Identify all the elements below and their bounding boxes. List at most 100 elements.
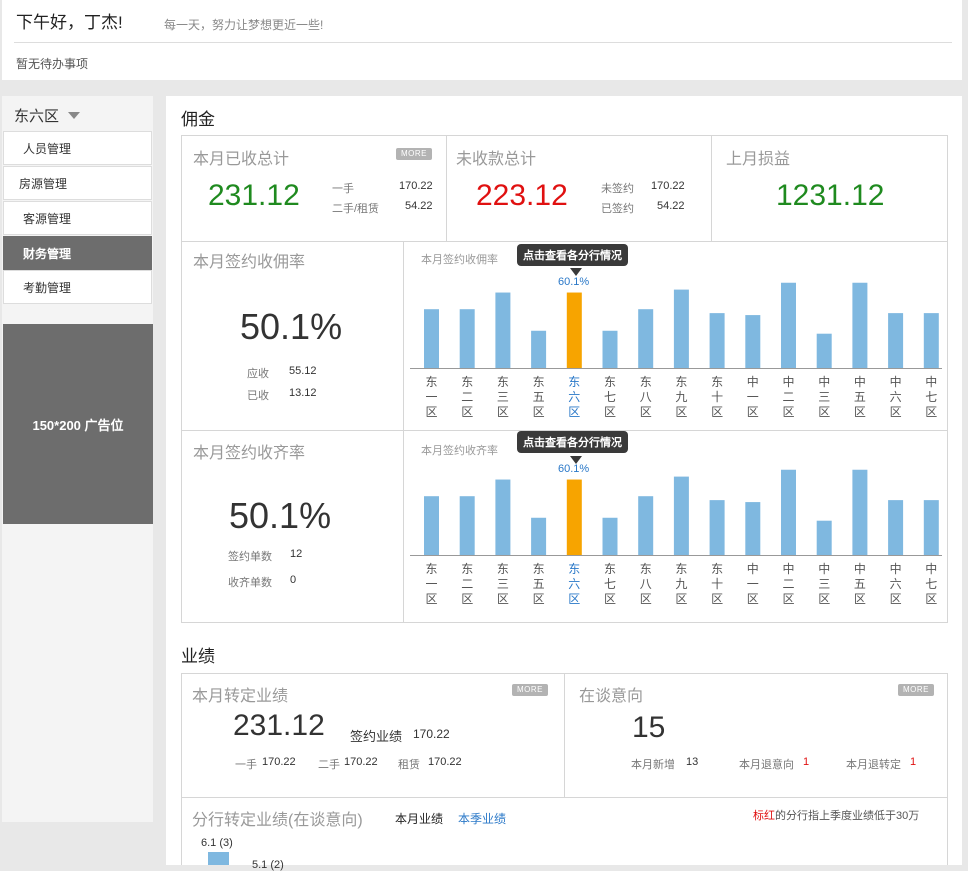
chart-bar[interactable]	[566, 292, 582, 368]
completion-row-value: 0	[290, 574, 297, 586]
chart-bar[interactable]	[816, 333, 832, 368]
unreceived-total-title: 未收款总计	[456, 151, 537, 168]
ad-placeholder[interactable]: 150*200 广告位	[3, 324, 153, 524]
chevron-down-icon[interactable]	[68, 112, 80, 119]
chart-bar[interactable]	[602, 330, 618, 368]
chart-bar[interactable]	[673, 476, 689, 555]
chart-bar[interactable]	[923, 500, 939, 555]
received-row-value: 170.22	[399, 180, 433, 192]
last-month-value: 1231.12	[776, 179, 885, 212]
chart-bar[interactable]	[424, 309, 439, 368]
more-button[interactable]: MORE	[898, 684, 934, 696]
x-tick-label: 区	[782, 592, 794, 606]
section-title-performance: 业绩	[181, 647, 215, 666]
commission-rate-value: 50.1%	[240, 306, 343, 347]
x-tick-label: 区	[425, 592, 437, 606]
x-tick-label: 二	[461, 390, 473, 404]
unreceived-row-value: 54.22	[657, 200, 685, 212]
chart-bar[interactable]	[781, 469, 796, 555]
x-tick-label: 五	[854, 390, 866, 404]
x-tick-label: 区	[782, 405, 794, 419]
x-tick-label: 东	[497, 562, 509, 576]
branch-performance-title: 分行转定业绩(在谈意向)	[192, 812, 363, 829]
motto-text: 每一天，努力让梦想更近一些!	[164, 18, 324, 32]
divider	[14, 42, 952, 43]
chart-bar[interactable]	[638, 496, 654, 555]
unreceived-row-value: 170.22	[651, 180, 685, 192]
x-tick-label: 区	[890, 592, 902, 606]
unreceived-row-label: 已签约	[601, 203, 634, 215]
sidebar-item-finance[interactable]: 财务管理	[3, 236, 152, 270]
x-tick-label: 东	[425, 375, 437, 389]
x-tick-label: 五	[533, 577, 545, 591]
sidebar-item-label: 人员管理	[23, 142, 72, 156]
x-tick-label: 区	[461, 592, 473, 606]
greeting-text: 下午好，丁杰!	[16, 13, 123, 32]
sidebar-item-staff[interactable]: 人员管理	[3, 131, 152, 165]
x-tick-label: 五	[533, 390, 545, 404]
more-button[interactable]: MORE	[512, 684, 548, 696]
chart-bar[interactable]	[495, 479, 511, 555]
x-tick-label: 区	[425, 405, 437, 419]
sidebar-item-attendance[interactable]: 考勤管理	[3, 270, 152, 304]
branch-bar[interactable]	[208, 852, 229, 865]
intent-row-label: 本月新增	[631, 759, 675, 771]
chart-bar[interactable]	[709, 500, 725, 555]
more-button[interactable]: MORE	[396, 148, 432, 160]
completion-row-label: 签约单数	[228, 551, 272, 563]
x-tick-label: 一	[747, 390, 759, 404]
chart-bar[interactable]	[459, 309, 475, 368]
chart-bar[interactable]	[709, 313, 725, 368]
chart-bar[interactable]	[531, 330, 547, 368]
chart-bar[interactable]	[923, 313, 939, 368]
tab-month[interactable]: 本月业绩	[395, 810, 443, 827]
x-tick-label: 三	[818, 577, 830, 591]
chart-bar[interactable]	[495, 292, 511, 368]
chart-bar[interactable]	[852, 469, 868, 555]
tab-season[interactable]: 本季业绩	[458, 810, 506, 827]
x-tick-label: 七	[925, 577, 937, 591]
received-row-label: 二手/租赁	[332, 203, 380, 215]
transfer-row-label: 租赁	[398, 759, 420, 771]
chart-bar[interactable]	[424, 496, 439, 555]
unreceived-total-value: 223.12	[476, 179, 568, 212]
branch-tooltip[interactable]: 点击查看各分行情况	[517, 431, 628, 453]
x-tick-label: 一	[747, 577, 759, 591]
x-tick-label: 区	[675, 405, 687, 419]
chart-bar[interactable]	[638, 309, 654, 368]
transfer-value: 231.12	[233, 709, 325, 742]
todo-status: 暂无待办事项	[16, 57, 89, 71]
x-tick-label: 东	[461, 562, 473, 576]
branch-tooltip[interactable]: 点击查看各分行情况	[517, 244, 628, 266]
sidebar-item-clients[interactable]: 客源管理	[3, 201, 152, 235]
x-tick-label: 六	[890, 390, 902, 404]
chart-bar[interactable]	[602, 517, 618, 555]
chart-bar[interactable]	[781, 282, 796, 368]
divider	[403, 241, 404, 623]
x-tick-label: 东	[711, 375, 723, 389]
chart-bar[interactable]	[566, 479, 582, 555]
x-tick-label: 区	[461, 405, 473, 419]
chart-bar[interactable]	[852, 282, 868, 368]
note-highlight: 标红	[753, 810, 775, 822]
x-tick-label: 中	[782, 561, 794, 576]
chart-bar[interactable]	[673, 289, 689, 368]
x-tick-label: 东	[604, 375, 616, 389]
chart-bar[interactable]	[745, 502, 761, 555]
sidebar-item-housing[interactable]: 房源管理	[3, 166, 152, 200]
x-tick-label: 区	[640, 405, 652, 419]
chart-bar[interactable]	[888, 500, 904, 555]
x-tick-label: 十	[711, 577, 723, 591]
region-selector[interactable]: 东六区	[14, 105, 59, 126]
chart-bar[interactable]	[888, 313, 904, 368]
chart-bar[interactable]	[531, 517, 547, 555]
x-tick-label: 一	[425, 577, 437, 591]
section-title-commission: 佣金	[181, 110, 215, 129]
x-tick-label: 一	[425, 390, 437, 404]
chart-bar[interactable]	[816, 520, 832, 555]
chart-bar[interactable]	[745, 315, 761, 368]
chart-bar[interactable]	[459, 496, 475, 555]
completion-rate-chart: 东一区 东二区 东三区 东五区 东六区 东七区 东八区 东九区 东十区 中一区 中二区 中三区 中五区 中…	[410, 469, 942, 606]
transfer-row-value: 170.22	[344, 756, 378, 768]
x-tick-label: 九	[675, 577, 687, 591]
